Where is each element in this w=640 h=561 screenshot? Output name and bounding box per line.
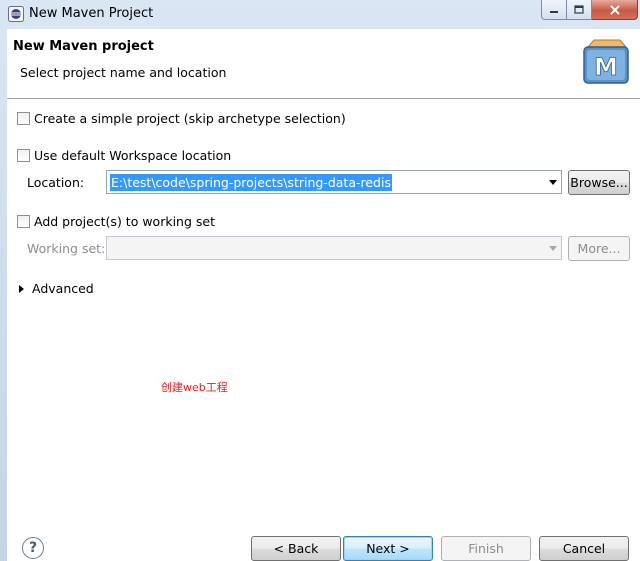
back-button[interactable]: < Back (251, 536, 341, 561)
working-set-checkbox[interactable] (17, 215, 30, 228)
advanced-label: Advanced (32, 281, 94, 296)
working-set-option[interactable]: Add project(s) to working set (17, 214, 215, 229)
wizard-page: Create a simple project (skip archetype … (7, 100, 640, 510)
maven-logo-letter: M (594, 53, 618, 81)
dialog-client-area: New Maven project Select project name an… (7, 29, 640, 561)
working-set-label: Working set: (27, 241, 106, 256)
simple-project-label: Create a simple project (skip archetype … (34, 111, 346, 126)
wizard-banner: New Maven project Select project name an… (7, 29, 640, 99)
more-button[interactable]: More... (568, 236, 630, 261)
window-title: New Maven Project (29, 6, 154, 21)
simple-project-checkbox[interactable] (17, 112, 30, 125)
wizard-description: Select project name and location (20, 65, 227, 80)
location-value: E:\test\code\spring-projects\string-data… (110, 174, 392, 191)
location-label: Location: (27, 175, 85, 190)
advanced-section-toggle[interactable]: Advanced (19, 281, 94, 296)
close-icon (609, 4, 620, 15)
finish-button[interactable]: Finish (441, 536, 531, 561)
location-combo[interactable]: E:\test\code\spring-projects\string-data… (106, 170, 562, 194)
help-icon[interactable]: ? (22, 537, 44, 559)
simple-project-option[interactable]: Create a simple project (skip archetype … (17, 111, 346, 126)
wizard-title: New Maven project (13, 39, 154, 54)
working-set-checkbox-label: Add project(s) to working set (34, 214, 215, 229)
maven-logo-icon: M (583, 39, 629, 84)
default-workspace-checkbox[interactable] (17, 149, 30, 162)
eclipse-app-icon (8, 6, 24, 22)
working-set-combo[interactable] (106, 236, 562, 260)
window-controls (541, 0, 638, 20)
cancel-button[interactable]: Cancel (539, 536, 629, 561)
close-button[interactable] (592, 0, 638, 20)
expand-triangle-icon[interactable] (19, 284, 24, 293)
browse-button[interactable]: Browse... (568, 170, 630, 195)
default-workspace-label: Use default Workspace location (34, 148, 232, 163)
annotation-text: 创建web工程 (161, 381, 228, 394)
dialog-window: New Maven Project New Maven project Sele… (0, 0, 640, 561)
title-bar[interactable]: New Maven Project (0, 0, 640, 28)
next-button[interactable]: Next > (343, 536, 433, 561)
minimize-button[interactable] (541, 0, 567, 20)
wizard-footer: ? < Back Next > Finish Cancel (7, 510, 640, 561)
minimize-icon (550, 10, 558, 13)
maximize-button[interactable] (567, 0, 592, 20)
location-dropdown-arrow-icon[interactable] (549, 180, 557, 185)
working-set-dropdown-arrow-icon[interactable] (549, 246, 557, 251)
maximize-icon (574, 5, 584, 14)
default-workspace-option[interactable]: Use default Workspace location (17, 148, 231, 163)
